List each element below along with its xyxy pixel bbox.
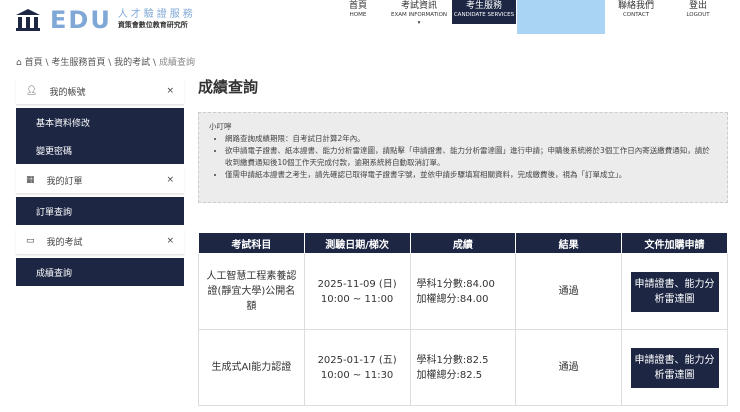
sidebar-item-order-query[interactable]: 訂單查詢 (16, 197, 184, 225)
notice-item: 網路查詢成績期限：自考試日計算2年內。 (225, 133, 717, 145)
score: 學科1分數:82.5 加權總分:82.5 (409, 329, 517, 406)
nav-highlighted-item[interactable] (517, 0, 605, 34)
notice-item: 欲申請電子證書、紙本證書、能力分析雷達圖，請點擊「申請證書、能力分析雷達圖」進行… (225, 145, 717, 169)
user-icon: 👤︎ (26, 86, 38, 96)
breadcrumb-current: 成績查詢 (158, 58, 195, 68)
org-title: 人才驗證服務 (117, 9, 196, 20)
close-icon[interactable]: × (166, 86, 174, 96)
breadcrumb-home[interactable]: 首頁 (25, 58, 43, 68)
result: 通過 (515, 329, 623, 406)
col-date: 測驗日期/梯次 (303, 232, 411, 254)
page-title: 成績查詢 (198, 78, 259, 96)
calendar-icon: ▦ (26, 175, 35, 185)
monitor-icon: ▭ (26, 236, 35, 246)
col-subject: 考試科目 (198, 232, 305, 254)
logo-text: EDU (50, 6, 112, 34)
score: 學科1分數:84.00 加權總分:84.00 (409, 253, 517, 330)
apply-certificate-button[interactable]: 申請證書、能力分析雷達圖 (630, 271, 719, 312)
notice-box: 小叮嚀 網路查詢成績期限：自考試日計算2年內。 欲申請電子證書、紙本證書、能力分… (198, 112, 728, 203)
nav-logout[interactable]: 登出 LOGOUT (680, 0, 716, 24)
sidebar: 👤︎ 我的帳號 × 基本資料修改 變更密碼 ▦ 我的訂單 × 訂單查詢 ▭ 我的考試 × 成… (16, 78, 184, 286)
col-documents: 文件加購申請 (621, 232, 728, 254)
col-score: 成績 (409, 232, 517, 254)
notice-title: 小叮嚀 (209, 122, 232, 131)
sidebar-item-profile[interactable]: 基本資料修改 (16, 108, 184, 136)
institution-icon (16, 9, 40, 31)
sidebar-section-exams[interactable]: ▭ 我的考試 × (16, 228, 184, 255)
result: 通過 (515, 253, 623, 330)
nav-home[interactable]: 首頁 HOME (340, 0, 376, 24)
nav-contact[interactable]: 聯絡我們 CONTACT (612, 0, 660, 24)
table-row: 人工智慧工程素養認證(靜宜大學)公開名額 2025-11-09 (日) 10:00… (198, 253, 728, 330)
apply-certificate-button[interactable]: 申請證書、能力分析雷達圖 (630, 347, 719, 388)
org-subtitle: 資策會數位教育研究所 (117, 21, 188, 29)
home-icon: ⌂ (16, 58, 22, 68)
breadcrumb-candidate-services[interactable]: 考生服務首頁 (51, 58, 105, 68)
close-icon[interactable]: × (166, 175, 174, 185)
breadcrumb-my-exams[interactable]: 我的考試 (114, 58, 150, 68)
nav-exam-information[interactable]: 考試資訊 EXAM INFORMATION ▾ (388, 0, 450, 26)
score-table: 考試科目 測驗日期/梯次 成績 結果 文件加購申請 人工智慧工程素養認證(靜宜大… (198, 232, 728, 406)
sidebar-section-account[interactable]: 👤︎ 我的帳號 × (16, 78, 184, 105)
exam-date: 2025-01-17 (五) 10:00 ~ 11:30 (303, 329, 411, 406)
close-icon[interactable]: × (166, 236, 174, 246)
subject: 生成式AI能力認證 (198, 329, 305, 406)
subject: 人工智慧工程素養認證(靜宜大學)公開名額 (198, 253, 305, 330)
sidebar-item-score-query[interactable]: 成績查詢 (16, 258, 184, 286)
notice-item: 僅需申請紙本證書之考生，請先確認已取得電子證書字號，並依申請步驟填寫相關資料，完… (225, 169, 717, 181)
breadcrumb: ⌂ 首頁 \ 考生服務首頁 \ 我的考試 \ 成績查詢 (16, 58, 195, 68)
dropdown-caret-icon: ▾ (417, 20, 421, 26)
logo[interactable]: EDU 人才驗證服務 資策會數位教育研究所 (16, 6, 196, 34)
sidebar-item-password[interactable]: 變更密碼 (16, 136, 184, 164)
table-row: 生成式AI能力認證 2025-01-17 (五) 10:00 ~ 11:30 學科… (198, 329, 728, 406)
col-result: 結果 (515, 232, 623, 254)
exam-date: 2025-11-09 (日) 10:00 ~ 11:00 (303, 253, 411, 330)
header: EDU 人才驗證服務 資策會數位教育研究所 首頁 HOME 考試資訊 EXAM INF… (0, 0, 740, 35)
sidebar-section-orders[interactable]: ▦ 我的訂單 × (16, 167, 184, 194)
nav-candidate-services[interactable]: 考生服務 CANDIDATE SERVICES (452, 0, 516, 24)
